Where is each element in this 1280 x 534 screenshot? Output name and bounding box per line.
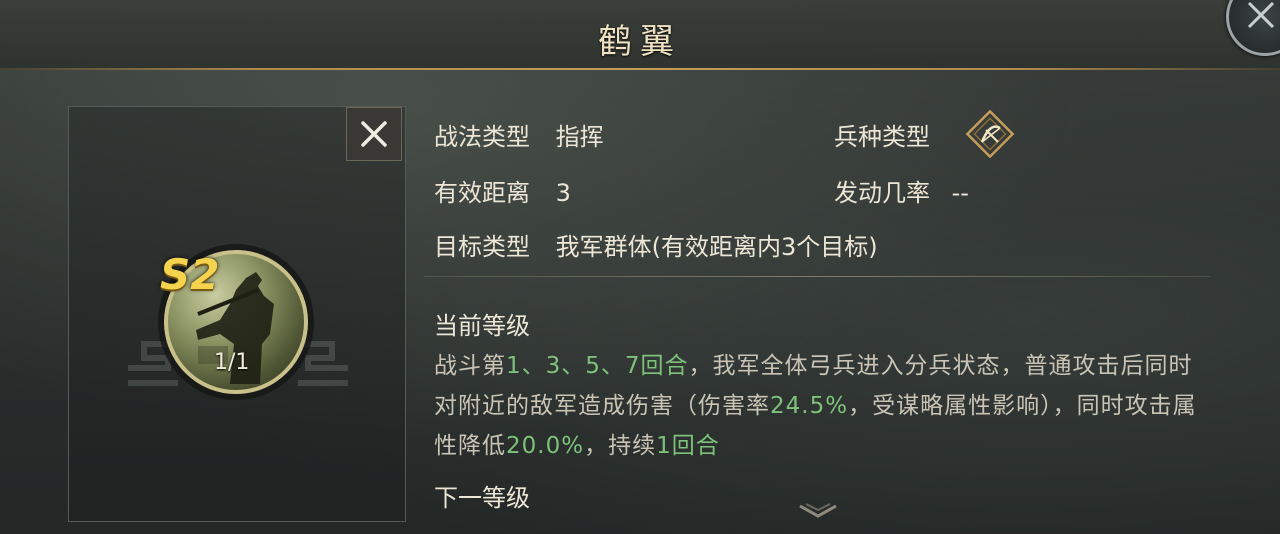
page-title: 鹤翼 [598, 22, 682, 62]
tactic-type-row: 战法类型 指挥 [434, 117, 604, 152]
range-value: 3 [555, 179, 571, 207]
highlight-value: 1回合 [656, 433, 720, 459]
troop-type-row: 兵种类型 [834, 117, 930, 152]
description-text: 战斗第 [434, 353, 506, 379]
tactic-type-label: 战法类型 [434, 123, 530, 151]
next-level-title: 下一等级 [434, 484, 530, 512]
title-bar: 鹤翼 [0, 0, 1280, 70]
chevron-down-icon[interactable] [796, 500, 840, 522]
highlight-value: 20.0% [506, 433, 585, 459]
highlight-value: 24.5% [770, 393, 849, 419]
range-row: 有效距离 3 [434, 173, 571, 208]
close-icon [361, 121, 387, 147]
trigger-value: -- [951, 179, 969, 207]
title-divider [0, 68, 1280, 70]
close-window-button[interactable] [1226, 0, 1280, 56]
close-icon [1247, 1, 1275, 29]
crossbow-icon[interactable] [964, 108, 1016, 160]
current-level-title: 当前等级 [434, 312, 530, 340]
skill-level-count: 1/1 [214, 350, 250, 375]
skill-grade-badge: S2 [160, 250, 220, 299]
target-row: 目标类型 我军群体(有效距离内3个目标) [434, 227, 878, 262]
range-label: 有效距离 [434, 179, 530, 207]
highlight-value: 1、3、5、7回合 [506, 353, 689, 379]
tactic-type-value: 指挥 [555, 123, 604, 151]
current-level-description: 战斗第1、3、5、7回合，我军全体弓兵进入分兵状态，普通攻击后同时对附近的敌军造… [434, 346, 1204, 466]
trigger-row: 发动几率 -- [834, 173, 969, 208]
trigger-label: 发动几率 [834, 179, 930, 207]
target-value: 我军群体(有效距离内3个目标) [555, 233, 878, 261]
target-label: 目标类型 [434, 233, 530, 261]
troop-type-label: 兵种类型 [834, 123, 930, 151]
section-divider [424, 276, 1210, 277]
remove-skill-button[interactable] [346, 107, 402, 161]
description-text: ，持续 [584, 433, 657, 459]
